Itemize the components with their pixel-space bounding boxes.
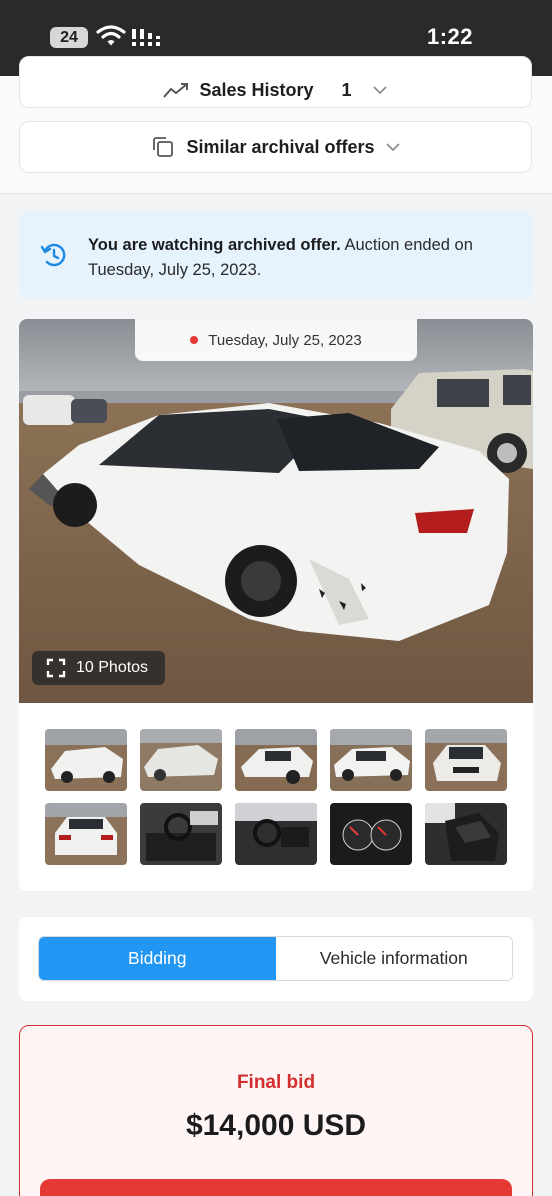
thumbnail[interactable] — [425, 729, 507, 791]
auction-date-badge: Tuesday, July 25, 2023 — [135, 319, 417, 361]
thumbnail[interactable] — [330, 729, 412, 791]
wifi-icon — [96, 25, 126, 46]
thumbnail[interactable] — [235, 803, 317, 865]
clock: 1:22 — [426, 24, 473, 49]
fullscreen-icon — [46, 658, 66, 678]
trend-chart-icon — [163, 83, 189, 98]
photo-gallery: Tuesday, July 25, 2023 10 Photos — [19, 319, 533, 891]
tab-bidding[interactable]: Bidding — [39, 937, 276, 980]
battery-icon: 24 — [50, 27, 88, 48]
similar-offers-label: Similar archival offers — [186, 136, 375, 157]
auction-date: Tuesday, July 25, 2023 — [208, 331, 362, 349]
photos-button[interactable]: 10 Photos — [32, 651, 165, 685]
main-vehicle-photo[interactable] — [19, 319, 533, 703]
copy-icon — [153, 137, 174, 157]
thumbnail[interactable] — [140, 803, 222, 865]
signal-icon — [132, 29, 160, 46]
thumbnail-grid — [45, 729, 508, 865]
status-dot — [190, 336, 199, 344]
thumbnail[interactable] — [235, 729, 317, 791]
thumbnail[interactable] — [330, 803, 412, 865]
thumbnail[interactable] — [45, 803, 127, 865]
notice-text: You are watching archived offer. Auction… — [88, 233, 518, 283]
final-bid-value: $14,000 USD — [185, 1109, 367, 1142]
archived-offer-notice: You are watching archived offer. Auction… — [19, 211, 533, 299]
final-bid-card: Final bid $14,000 USD — [19, 1025, 533, 1196]
history-icon — [40, 243, 66, 267]
notice-bold: You are watching archived offer. — [88, 236, 341, 254]
sales-history-accordion[interactable]: Sales History 1 — [19, 56, 532, 108]
thumbnail[interactable] — [45, 729, 127, 791]
similar-offers-accordion[interactable]: Similar archival offers — [19, 121, 532, 173]
final-bid-label: Final bid — [236, 1072, 316, 1093]
chevron-down-icon — [372, 86, 387, 95]
thumbnail[interactable] — [425, 803, 507, 865]
tab-bar: Bidding Vehicle information — [38, 936, 513, 981]
sales-history-label: Sales History — [199, 79, 314, 100]
photos-button-label: 10 Photos — [76, 659, 149, 676]
chevron-down-icon — [385, 143, 400, 152]
tabs-card: Bidding Vehicle information — [19, 917, 533, 1001]
thumbnail[interactable] — [140, 729, 222, 791]
accordion-panel: Sales History 1 Similar archival offers — [0, 56, 552, 194]
sales-history-count: 1 — [341, 79, 352, 100]
bid-action-button[interactable] — [40, 1179, 512, 1196]
tab-vehicle-information[interactable]: Vehicle information — [275, 937, 512, 980]
